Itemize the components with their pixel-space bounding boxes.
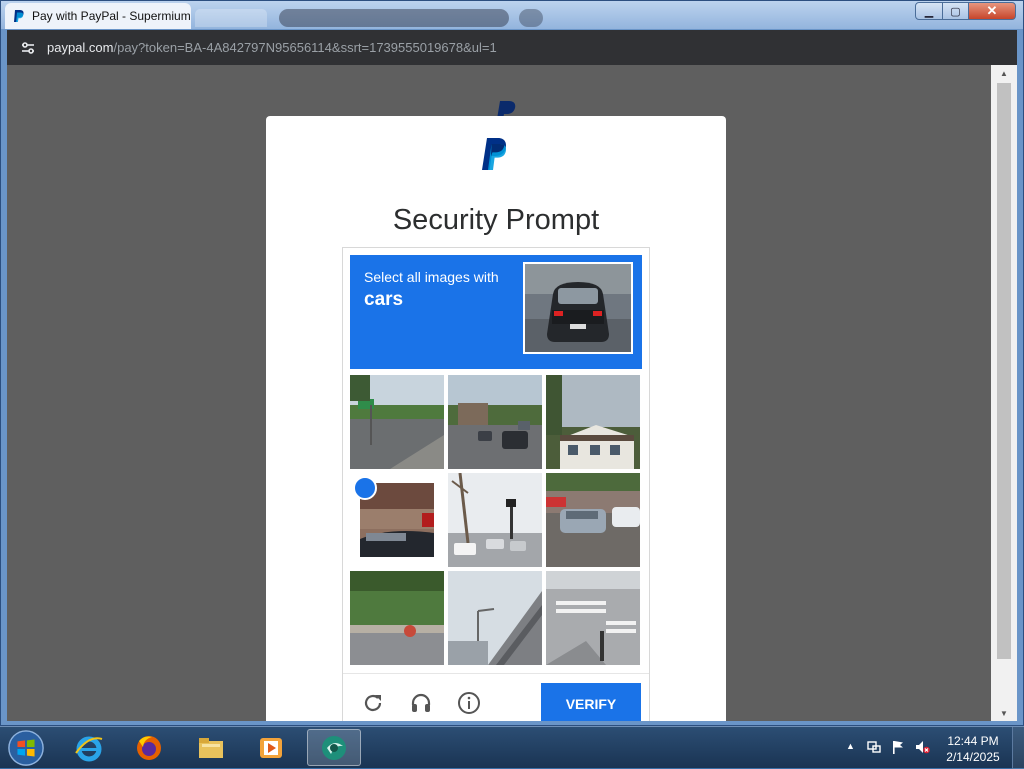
captcha-target: cars [364,289,404,310]
captcha-tile-8[interactable] [448,571,542,665]
browser-window: Pay with PayPal - Supermium ▁ ▢ ✕ paypal… [0,0,1024,726]
captcha-tile-1[interactable] [350,375,444,469]
volume-muted-icon[interactable] [914,739,930,755]
scroll-thumb[interactable] [997,83,1011,659]
tab-title: Pay with PayPal - Supermium [32,9,191,23]
page-title: Security Prompt [392,204,600,236]
close-button[interactable]: ✕ [968,2,1016,20]
captcha-sample-image [523,262,633,354]
taskbar-firefox[interactable] [122,729,176,766]
captcha-tile-3[interactable] [546,375,640,469]
supermium-icon [322,735,346,760]
clock-time[interactable]: 12:44 PM [940,734,1006,748]
reload-icon[interactable] [358,688,388,718]
captcha-tile-7[interactable] [350,571,444,665]
captcha-tile-5[interactable] [448,473,542,567]
verify-button[interactable]: VERIFY [541,683,641,721]
minimize-button[interactable]: ▁ [915,2,943,20]
show-desktop-button[interactable] [1012,727,1024,769]
new-tab-button[interactable] [519,9,543,27]
network-icon[interactable] [866,739,882,755]
paypal-favicon-icon [14,10,24,22]
media-player-icon [260,737,282,758]
scrollbar[interactable]: ▲ ▼ [991,65,1017,721]
tab-paypal[interactable]: Pay with PayPal - Supermium [5,3,191,29]
captcha-tile-6[interactable] [546,473,640,567]
site-info-icon[interactable] [17,37,39,59]
taskbar-browser[interactable] [307,729,361,766]
info-icon[interactable] [454,688,484,718]
address-bar[interactable]: paypal.com/pay?token=BA-4A842797N9565611… [7,30,1017,65]
captcha-tile-9[interactable] [546,571,640,665]
captcha-footer: VERIFY [343,673,649,721]
start-button[interactable] [4,728,48,768]
folder-icon [199,737,223,758]
firefox-icon [137,735,161,760]
headphones-icon[interactable] [406,688,436,718]
scroll-down-icon[interactable]: ▼ [991,705,1017,721]
taskbar-media[interactable] [244,729,298,766]
show-hidden-icons-icon[interactable]: ▲ [846,741,858,753]
taskbar: ▲ 12:44 PM 2/14/2025 [0,726,1024,769]
captcha-tile-4[interactable] [350,473,444,567]
maximize-button[interactable]: ▢ [942,2,969,20]
tab-background[interactable] [195,9,267,27]
internet-explorer-icon [75,736,103,761]
paypal-logo-icon [482,138,507,170]
page-viewport: Security Prompt Select all images with c… [7,65,1017,721]
title-bar: Pay with PayPal - Supermium ▁ ▢ ✕ [1,1,1023,29]
taskbar-explorer[interactable] [184,729,238,766]
captcha-widget: Select all images with cars VERIFY [342,247,650,721]
captcha-instruction: Select all images with [364,269,499,285]
clock-date[interactable]: 2/14/2025 [940,750,1006,764]
checkmark-icon [353,476,377,500]
url-text[interactable]: paypal.com/pay?token=BA-4A842797N9565611… [47,40,497,55]
windows-logo-icon [8,730,44,766]
security-modal: Security Prompt Select all images with c… [266,116,726,721]
url-host: paypal.com [47,40,114,55]
captcha-tile-2[interactable] [448,375,542,469]
taskbar-ie[interactable] [62,729,116,766]
captcha-grid [350,375,642,667]
tab-background[interactable] [279,9,509,27]
action-center-flag-icon[interactable] [890,739,906,755]
scroll-up-icon[interactable]: ▲ [991,65,1017,81]
captcha-header: Select all images with cars [350,255,642,369]
url-path: /pay?token=BA-4A842797N95656114&ssrt=173… [113,40,497,55]
